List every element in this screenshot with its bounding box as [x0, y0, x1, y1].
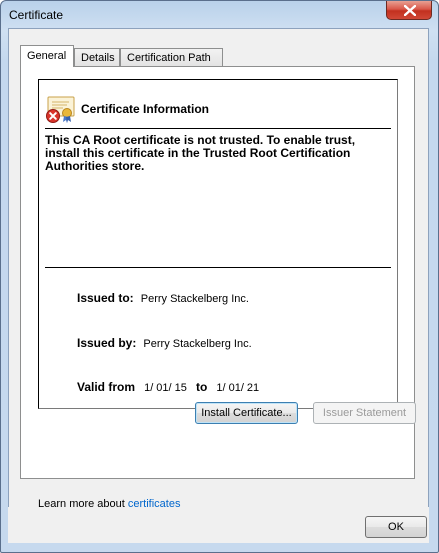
issued-to-value: Perry Stackelberg Inc. — [140, 293, 249, 305]
issued-by-label: Issued by: — [77, 336, 137, 350]
dialog-content: General Details Certification Path Certi… — [8, 28, 429, 543]
close-button[interactable] — [386, 1, 432, 20]
certificate-info-box: Certificate Information This CA Root cer… — [38, 79, 398, 409]
tab-general-label: General — [27, 50, 67, 62]
tab-details[interactable]: Details — [74, 48, 120, 66]
issued-to-label: Issued to: — [77, 291, 134, 305]
close-icon — [404, 5, 416, 16]
valid-from-value: 1/ 01/ 15 — [144, 382, 187, 394]
issued-to-row: Issued to: Perry Stackelberg Inc. — [77, 291, 249, 305]
details-divider — [45, 267, 391, 268]
tab-certification-path[interactable]: Certification Path — [120, 48, 223, 66]
heading-divider — [45, 128, 391, 129]
install-certificate-button[interactable]: Install Certificate... — [195, 402, 298, 424]
tab-certification-path-label: Certification Path — [127, 52, 211, 64]
issuer-statement-button[interactable]: Issuer Statement — [313, 402, 416, 424]
tab-details-label: Details — [81, 52, 115, 64]
tab-general[interactable]: General — [20, 45, 74, 67]
valid-to-value: 1/ 01/ 21 — [216, 382, 260, 394]
valid-to-label: to — [195, 380, 208, 394]
issued-by-value: Perry Stackelberg Inc. — [143, 338, 252, 350]
validity-row: Valid from 1/ 01/ 15 to 1/ 01/ 21 — [77, 380, 259, 394]
certificate-error-icon — [45, 96, 77, 129]
untrusted-warning-text: This CA Root certificate is not trusted.… — [45, 133, 356, 173]
window-title: Certificate — [9, 8, 64, 22]
title-bar[interactable]: Certificate — [1, 1, 438, 29]
issued-by-row: Issued by: Perry Stackelberg Inc. — [77, 336, 252, 350]
certificate-info-heading: Certificate Information — [81, 102, 210, 116]
valid-from-label: Valid from — [77, 380, 136, 394]
ok-button[interactable]: OK — [365, 516, 427, 538]
